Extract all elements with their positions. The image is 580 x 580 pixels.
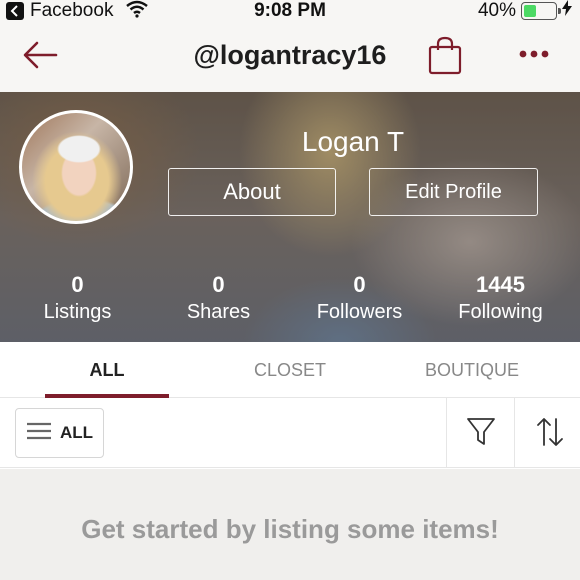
about-button[interactable]: About <box>168 168 336 216</box>
stat-label: Listings <box>43 301 112 323</box>
stat-followers[interactable]: 0 Followers <box>287 272 432 324</box>
stat-listings[interactable]: 0 Listings <box>5 272 150 324</box>
stat-value: 0 <box>212 272 225 297</box>
page-title: @logantracy16 <box>193 40 387 70</box>
stat-label: Following <box>458 301 543 323</box>
empty-state: Get started by listing some items! <box>0 469 580 580</box>
stat-value: 0 <box>71 272 84 297</box>
filter-icon[interactable] <box>466 416 496 453</box>
nav-bar: @logantracy16 <box>0 22 580 92</box>
edit-profile-button[interactable]: Edit Profile <box>369 168 538 216</box>
battery-status: 40% <box>478 0 572 22</box>
status-bar: Facebook 9:08 PM 40% <box>0 0 580 22</box>
empty-state-message: Get started by listing some items! <box>81 514 499 544</box>
profile-name: Logan T <box>301 126 405 157</box>
menu-icon <box>26 421 52 446</box>
battery-icon <box>521 2 561 20</box>
charging-icon <box>562 0 572 22</box>
battery-percent: 40% <box>477 0 516 21</box>
tab-boutique[interactable]: BOUTIQUE <box>400 342 544 398</box>
profile-header: Logan T About Edit Profile 0 Listings 0 … <box>0 92 580 342</box>
shopping-bag-icon[interactable] <box>428 36 462 81</box>
avatar[interactable] <box>19 110 133 224</box>
category-filter-label: ALL <box>59 423 94 442</box>
stat-label: Shares <box>186 301 251 323</box>
back-arrow-icon[interactable] <box>22 40 58 75</box>
tab-all[interactable]: ALL <box>45 342 169 398</box>
stat-value: 0 <box>353 272 366 297</box>
filter-toolbar: ALL <box>0 398 580 468</box>
stat-following[interactable]: 1445 Following <box>428 272 573 324</box>
category-filter-button[interactable]: ALL <box>15 408 104 458</box>
tab-closet[interactable]: CLOSET <box>228 342 352 398</box>
closet-tabs: ALL CLOSET BOUTIQUE <box>0 342 580 398</box>
stat-label: Followers <box>316 301 403 323</box>
sort-icon[interactable] <box>535 416 565 453</box>
more-icon[interactable] <box>518 46 550 64</box>
stat-shares[interactable]: 0 Shares <box>146 272 291 324</box>
stat-value: 1445 <box>476 272 525 297</box>
